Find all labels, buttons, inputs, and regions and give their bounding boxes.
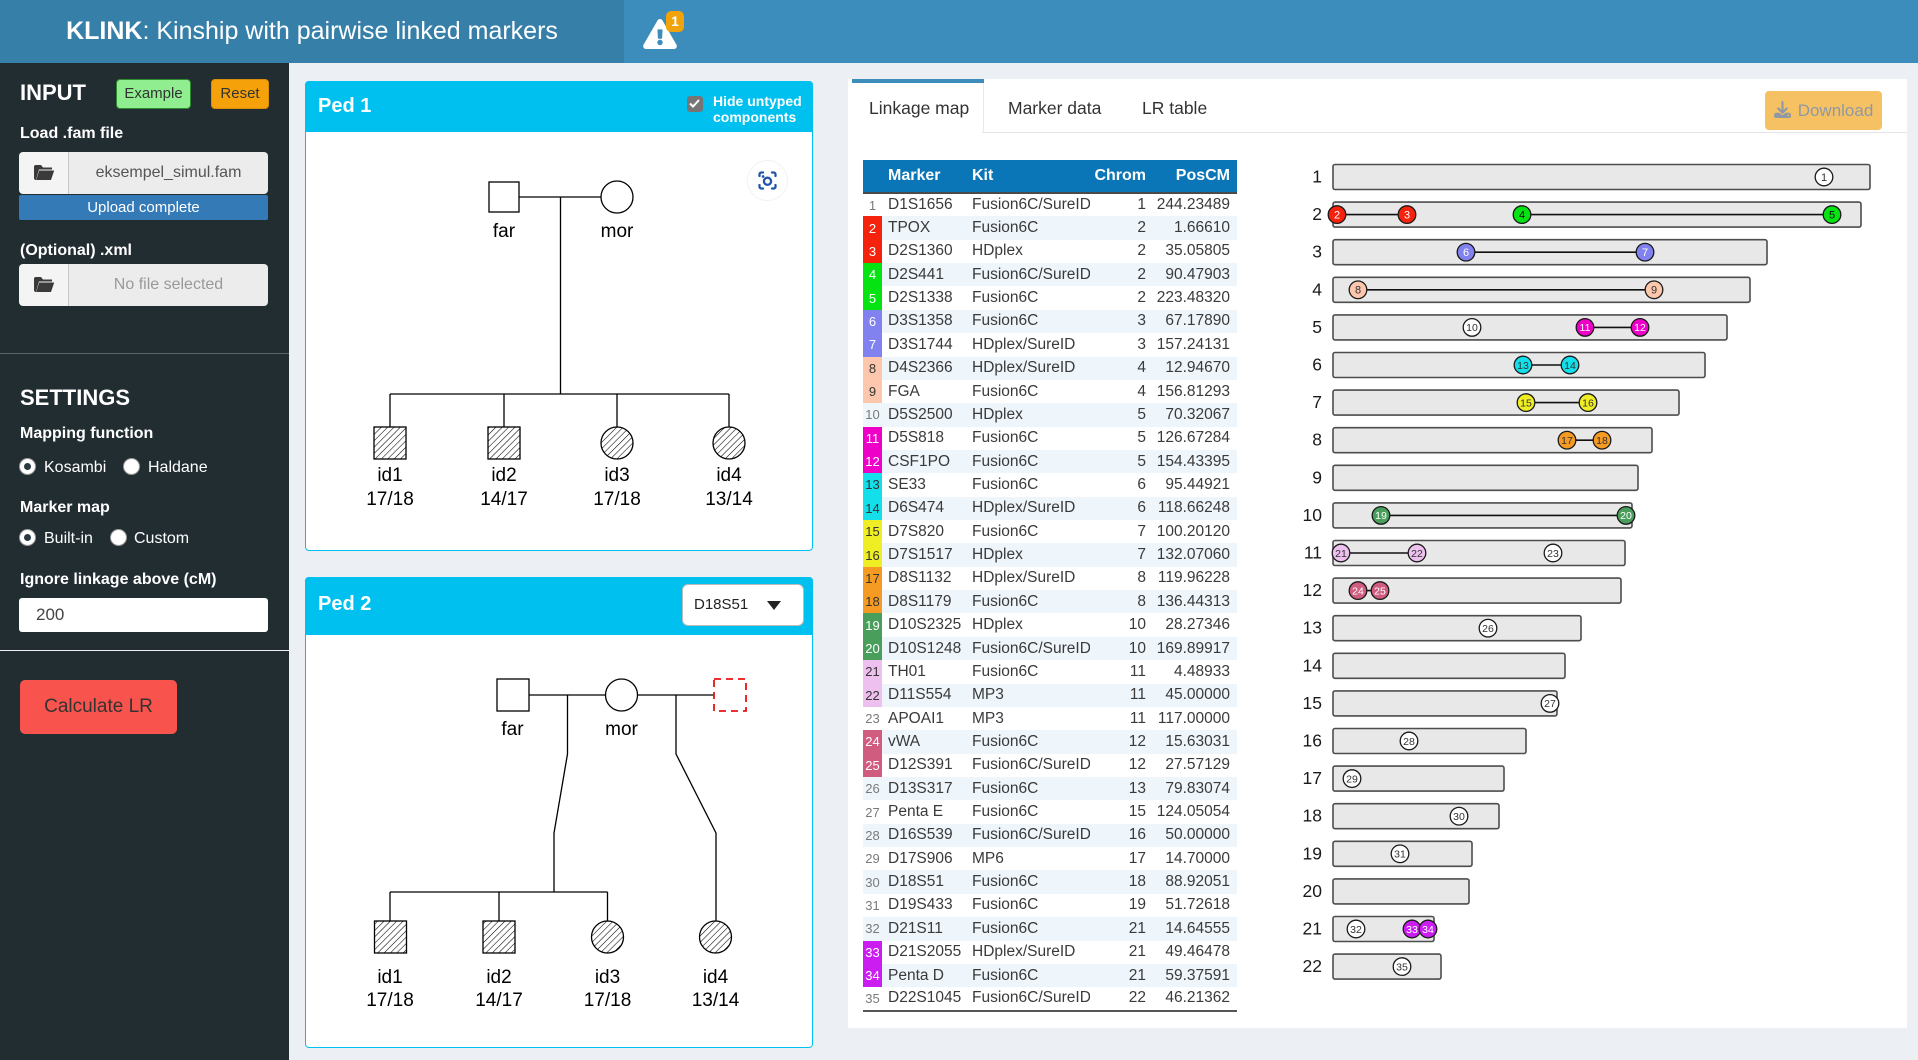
- svg-text:23: 23: [1547, 548, 1559, 560]
- svg-text:3: 3: [1312, 242, 1322, 262]
- svg-text:5: 5: [1312, 317, 1322, 337]
- svg-text:19: 19: [1303, 843, 1322, 863]
- svg-text:18: 18: [1303, 806, 1322, 826]
- svg-text:12: 12: [1634, 322, 1646, 334]
- svg-text:12: 12: [1303, 580, 1322, 600]
- svg-text:8: 8: [1312, 430, 1322, 450]
- svg-text:5: 5: [1829, 209, 1835, 221]
- svg-text:16: 16: [1303, 731, 1322, 751]
- svg-text:id4: id4: [703, 967, 729, 988]
- svg-text:4: 4: [1519, 209, 1525, 221]
- svg-text:17/18: 17/18: [366, 990, 414, 1011]
- svg-text:6: 6: [1463, 247, 1469, 259]
- svg-text:17/18: 17/18: [366, 489, 414, 510]
- svg-text:mor: mor: [605, 719, 638, 740]
- svg-text:13/14: 13/14: [705, 489, 753, 510]
- svg-text:14: 14: [1564, 360, 1576, 372]
- svg-text:id1: id1: [377, 465, 402, 486]
- svg-text:35: 35: [1396, 961, 1408, 973]
- svg-text:6: 6: [1312, 355, 1322, 375]
- svg-text:id1: id1: [377, 967, 402, 988]
- svg-text:4: 4: [1312, 279, 1322, 299]
- svg-text:far: far: [501, 719, 524, 740]
- svg-text:32: 32: [1350, 924, 1362, 936]
- svg-text:28: 28: [1403, 736, 1415, 748]
- svg-text:14/17: 14/17: [480, 489, 528, 510]
- svg-text:24: 24: [1352, 585, 1364, 597]
- svg-text:16: 16: [1582, 397, 1594, 409]
- svg-text:29: 29: [1346, 773, 1358, 785]
- svg-text:13: 13: [1517, 360, 1529, 372]
- svg-text:13/14: 13/14: [692, 990, 740, 1011]
- svg-text:34: 34: [1422, 924, 1434, 936]
- svg-text:7: 7: [1642, 247, 1648, 259]
- svg-text:11: 11: [1304, 543, 1322, 563]
- svg-text:33: 33: [1406, 924, 1418, 936]
- svg-text:8: 8: [1355, 285, 1361, 297]
- svg-text:9: 9: [1312, 467, 1322, 487]
- svg-text:id4: id4: [716, 465, 742, 486]
- svg-text:7: 7: [1312, 392, 1322, 412]
- svg-text:15: 15: [1520, 397, 1532, 409]
- svg-text:2: 2: [1334, 209, 1340, 221]
- svg-text:id3: id3: [595, 967, 620, 988]
- svg-text:14/17: 14/17: [475, 990, 523, 1011]
- svg-text:11: 11: [1580, 322, 1591, 334]
- svg-text:1: 1: [1312, 167, 1322, 187]
- svg-text:31: 31: [1394, 849, 1406, 861]
- svg-text:15: 15: [1303, 693, 1322, 713]
- svg-text:20: 20: [1620, 510, 1632, 522]
- svg-text:18: 18: [1596, 435, 1608, 447]
- svg-text:17/18: 17/18: [584, 990, 632, 1011]
- svg-text:21: 21: [1303, 919, 1322, 939]
- svg-text:3: 3: [1404, 209, 1410, 221]
- svg-text:17: 17: [1561, 435, 1573, 447]
- svg-text:25: 25: [1374, 585, 1386, 597]
- svg-text:14: 14: [1303, 655, 1323, 675]
- svg-text:2: 2: [1312, 204, 1322, 224]
- svg-text:17/18: 17/18: [593, 489, 641, 510]
- svg-text:22: 22: [1411, 548, 1423, 560]
- svg-text:20: 20: [1303, 881, 1323, 901]
- svg-text:9: 9: [1651, 285, 1657, 297]
- svg-text:19: 19: [1375, 510, 1387, 522]
- svg-text:id2: id2: [491, 465, 516, 486]
- svg-text:30: 30: [1453, 811, 1465, 823]
- svg-text:mor: mor: [601, 221, 634, 242]
- svg-text:10: 10: [1303, 505, 1323, 525]
- svg-text:26: 26: [1482, 623, 1494, 635]
- svg-text:far: far: [493, 221, 516, 242]
- svg-text:1: 1: [1821, 172, 1827, 184]
- svg-text:22: 22: [1303, 956, 1322, 976]
- svg-text:27: 27: [1544, 698, 1556, 710]
- svg-text:17: 17: [1303, 768, 1322, 788]
- svg-text:id3: id3: [604, 465, 629, 486]
- svg-text:id2: id2: [486, 967, 511, 988]
- svg-text:10: 10: [1466, 322, 1478, 334]
- svg-text:13: 13: [1303, 618, 1322, 638]
- svg-text:21: 21: [1335, 548, 1347, 560]
